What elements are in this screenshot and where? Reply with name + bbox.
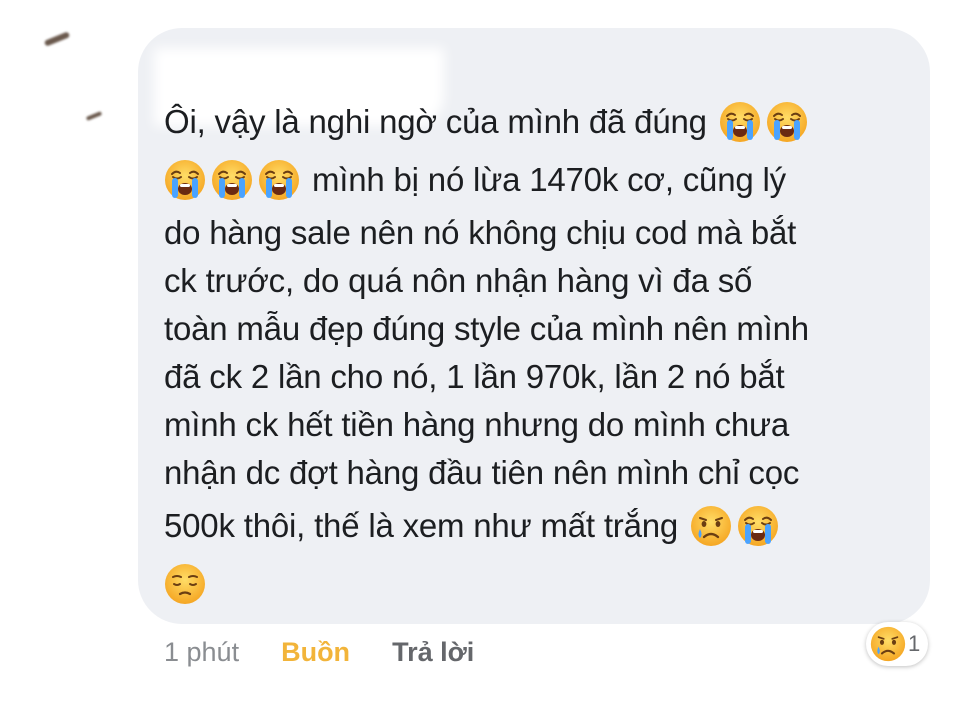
comment-line-text: đã ck 2 lần cho nó, 1 lần 970k, lần 2 nó… [164,358,785,395]
comment-line-text: Ôi, vậy là nghi ngờ của mình đã đúng [164,103,707,140]
comment-timestamp[interactable]: 1 phút [164,637,239,668]
loudly-crying-face-icon [164,159,206,201]
comment-line-text: toàn mẫu đẹp đúng style của mình nên mìn… [164,310,809,347]
loudly-crying-face-icon [766,101,808,143]
sad-reaction-icon [870,626,906,662]
comment-line: đã ck 2 lần cho nó, 1 lần 970k, lần 2 nó… [164,353,924,401]
comment-line-text: do hàng sale nên nó không chịu cod mà bắ… [164,214,797,251]
loudly-crying-face-icon [258,159,300,201]
comment-actions: 1 phút Buồn Trả lời [164,634,474,670]
comment-line [164,555,924,613]
reply-button[interactable]: Trả lời [392,637,474,668]
comment-line: toàn mẫu đẹp đúng style của mình nên mìn… [164,305,924,353]
comment-line: mình bị nó lừa 1470k cơ, cũng lý [164,151,924,209]
comment-line: do hàng sale nên nó không chịu cod mà bắ… [164,209,924,257]
comment-line: 500k thôi, thế là xem như mất trắng [164,497,924,555]
comment-line: nhận dc đợt hàng đầu tiên nên mình chỉ c… [164,449,924,497]
comment-line-text: 500k thôi, thế là xem như mất trắng [164,507,679,544]
comment-line-text: nhận dc đợt hàng đầu tiên nên mình chỉ c… [164,454,800,491]
reaction-count: 1 [908,631,921,656]
comment-line: ck trước, do quá nôn nhận hàng vì đa số [164,257,924,305]
comment-line: Ôi, vậy là nghi ngờ của mình đã đúng [164,93,924,151]
pensive-face-icon [164,563,206,605]
loudly-crying-face-icon [737,505,779,547]
comment-line: mình ck hết tiền hàng nhưng do mình chưa [164,401,924,449]
blurred-mark [85,111,103,121]
loudly-crying-face-icon [719,101,761,143]
crying-face-icon [690,505,732,547]
react-button[interactable]: Buồn [281,637,350,668]
comment-text: Ôi, vậy là nghi ngờ của mình đã đúng mìn… [164,93,924,613]
reaction-summary[interactable]: 1 [866,622,929,666]
comment-line-text: ck trước, do quá nôn nhận hàng vì đa số [164,262,753,299]
comment-line-text: mình bị nó lừa 1470k cơ, cũng lý [312,161,786,198]
loudly-crying-face-icon [211,159,253,201]
comment-line-text: mình ck hết tiền hàng nhưng do mình chưa [164,406,790,443]
blurred-mark [43,31,71,47]
